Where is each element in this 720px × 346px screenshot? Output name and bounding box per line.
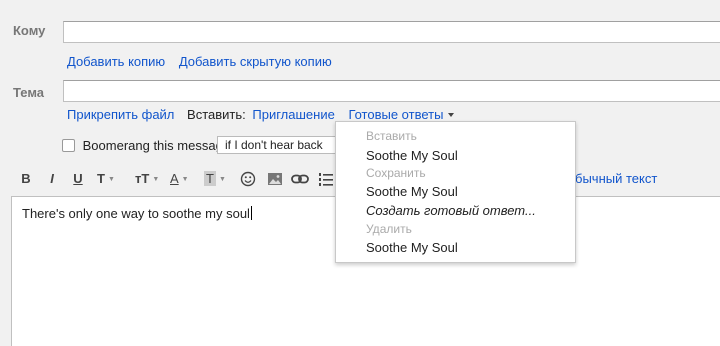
- font-size-button[interactable]: тT ▼: [135, 165, 171, 193]
- canned-responses-menu: Вставить Soothe My Soul Сохранить Soothe…: [335, 121, 576, 263]
- menu-header-delete: Удалить: [366, 222, 412, 236]
- bold-button[interactable]: B: [18, 165, 34, 193]
- to-label: Кому: [13, 23, 46, 38]
- subject-label: Тема: [13, 85, 45, 100]
- to-input[interactable]: [63, 21, 720, 43]
- chevron-down-icon: ▼: [218, 176, 226, 183]
- font-size-label: тT: [135, 171, 150, 186]
- numbered-list-icon: [319, 173, 333, 186]
- insert-link-button[interactable]: [291, 165, 311, 193]
- numbered-list-button[interactable]: [318, 165, 334, 193]
- chevron-down-icon: ▼: [152, 176, 160, 183]
- plain-text-link[interactable]: бычный текст: [575, 171, 657, 186]
- boomerang-label: Boomerang this message: [82, 138, 231, 153]
- chevron-down-icon: ▼: [107, 176, 115, 183]
- text-color-label: A: [170, 171, 179, 186]
- chevron-down-icon: ▼: [181, 176, 189, 183]
- add-cc-link[interactable]: Добавить копию: [67, 54, 165, 69]
- subject-input[interactable]: [63, 80, 720, 102]
- invitation-link[interactable]: Приглашение: [252, 107, 334, 122]
- menu-item-save-soothe[interactable]: Soothe My Soul: [366, 184, 458, 199]
- recipient-links: Добавить копию Добавить скрытую копию: [67, 54, 332, 69]
- font-button[interactable]: T ▼: [97, 165, 127, 193]
- menu-header-save: Сохранить: [366, 166, 426, 180]
- smiley-icon: [240, 171, 256, 187]
- highlight-button[interactable]: T ▼: [204, 165, 236, 193]
- boomerang-checkbox[interactable]: [62, 139, 75, 152]
- menu-item-insert-soothe[interactable]: Soothe My Soul: [366, 148, 458, 163]
- underline-button[interactable]: U: [70, 165, 86, 193]
- attach-row: Прикрепить файл Вставить: Приглашение Го…: [67, 107, 455, 122]
- menu-item-create-canned[interactable]: Создать готовый ответ...: [366, 203, 536, 218]
- link-icon: [291, 174, 309, 184]
- canned-responses-label: Готовые ответы: [348, 107, 444, 122]
- chevron-down-icon: [448, 113, 455, 117]
- message-body-text: There's only one way to soothe my soul: [22, 206, 252, 221]
- add-bcc-link[interactable]: Добавить скрытую копию: [179, 54, 332, 69]
- font-label: T: [97, 171, 105, 186]
- canned-responses-button[interactable]: Готовые ответы: [348, 107, 455, 122]
- menu-header-insert: Вставить: [366, 129, 417, 143]
- boomerang-row: Boomerang this message: [62, 138, 230, 153]
- insert-image-button[interactable]: [267, 165, 285, 193]
- attach-file-link[interactable]: Прикрепить файл: [67, 107, 174, 122]
- text-cursor: [250, 206, 252, 220]
- image-icon: [268, 173, 282, 185]
- menu-item-delete-soothe[interactable]: Soothe My Soul: [366, 240, 458, 255]
- insert-label: Вставить:: [187, 107, 246, 122]
- boomerang-select[interactable]: if I don't hear back: [217, 136, 337, 154]
- highlight-label: T: [204, 171, 216, 186]
- emoji-button[interactable]: [240, 165, 258, 193]
- italic-button[interactable]: I: [44, 165, 60, 193]
- text-color-button[interactable]: A ▼: [170, 165, 200, 193]
- message-body-content: There's only one way to soothe my soul: [22, 206, 250, 221]
